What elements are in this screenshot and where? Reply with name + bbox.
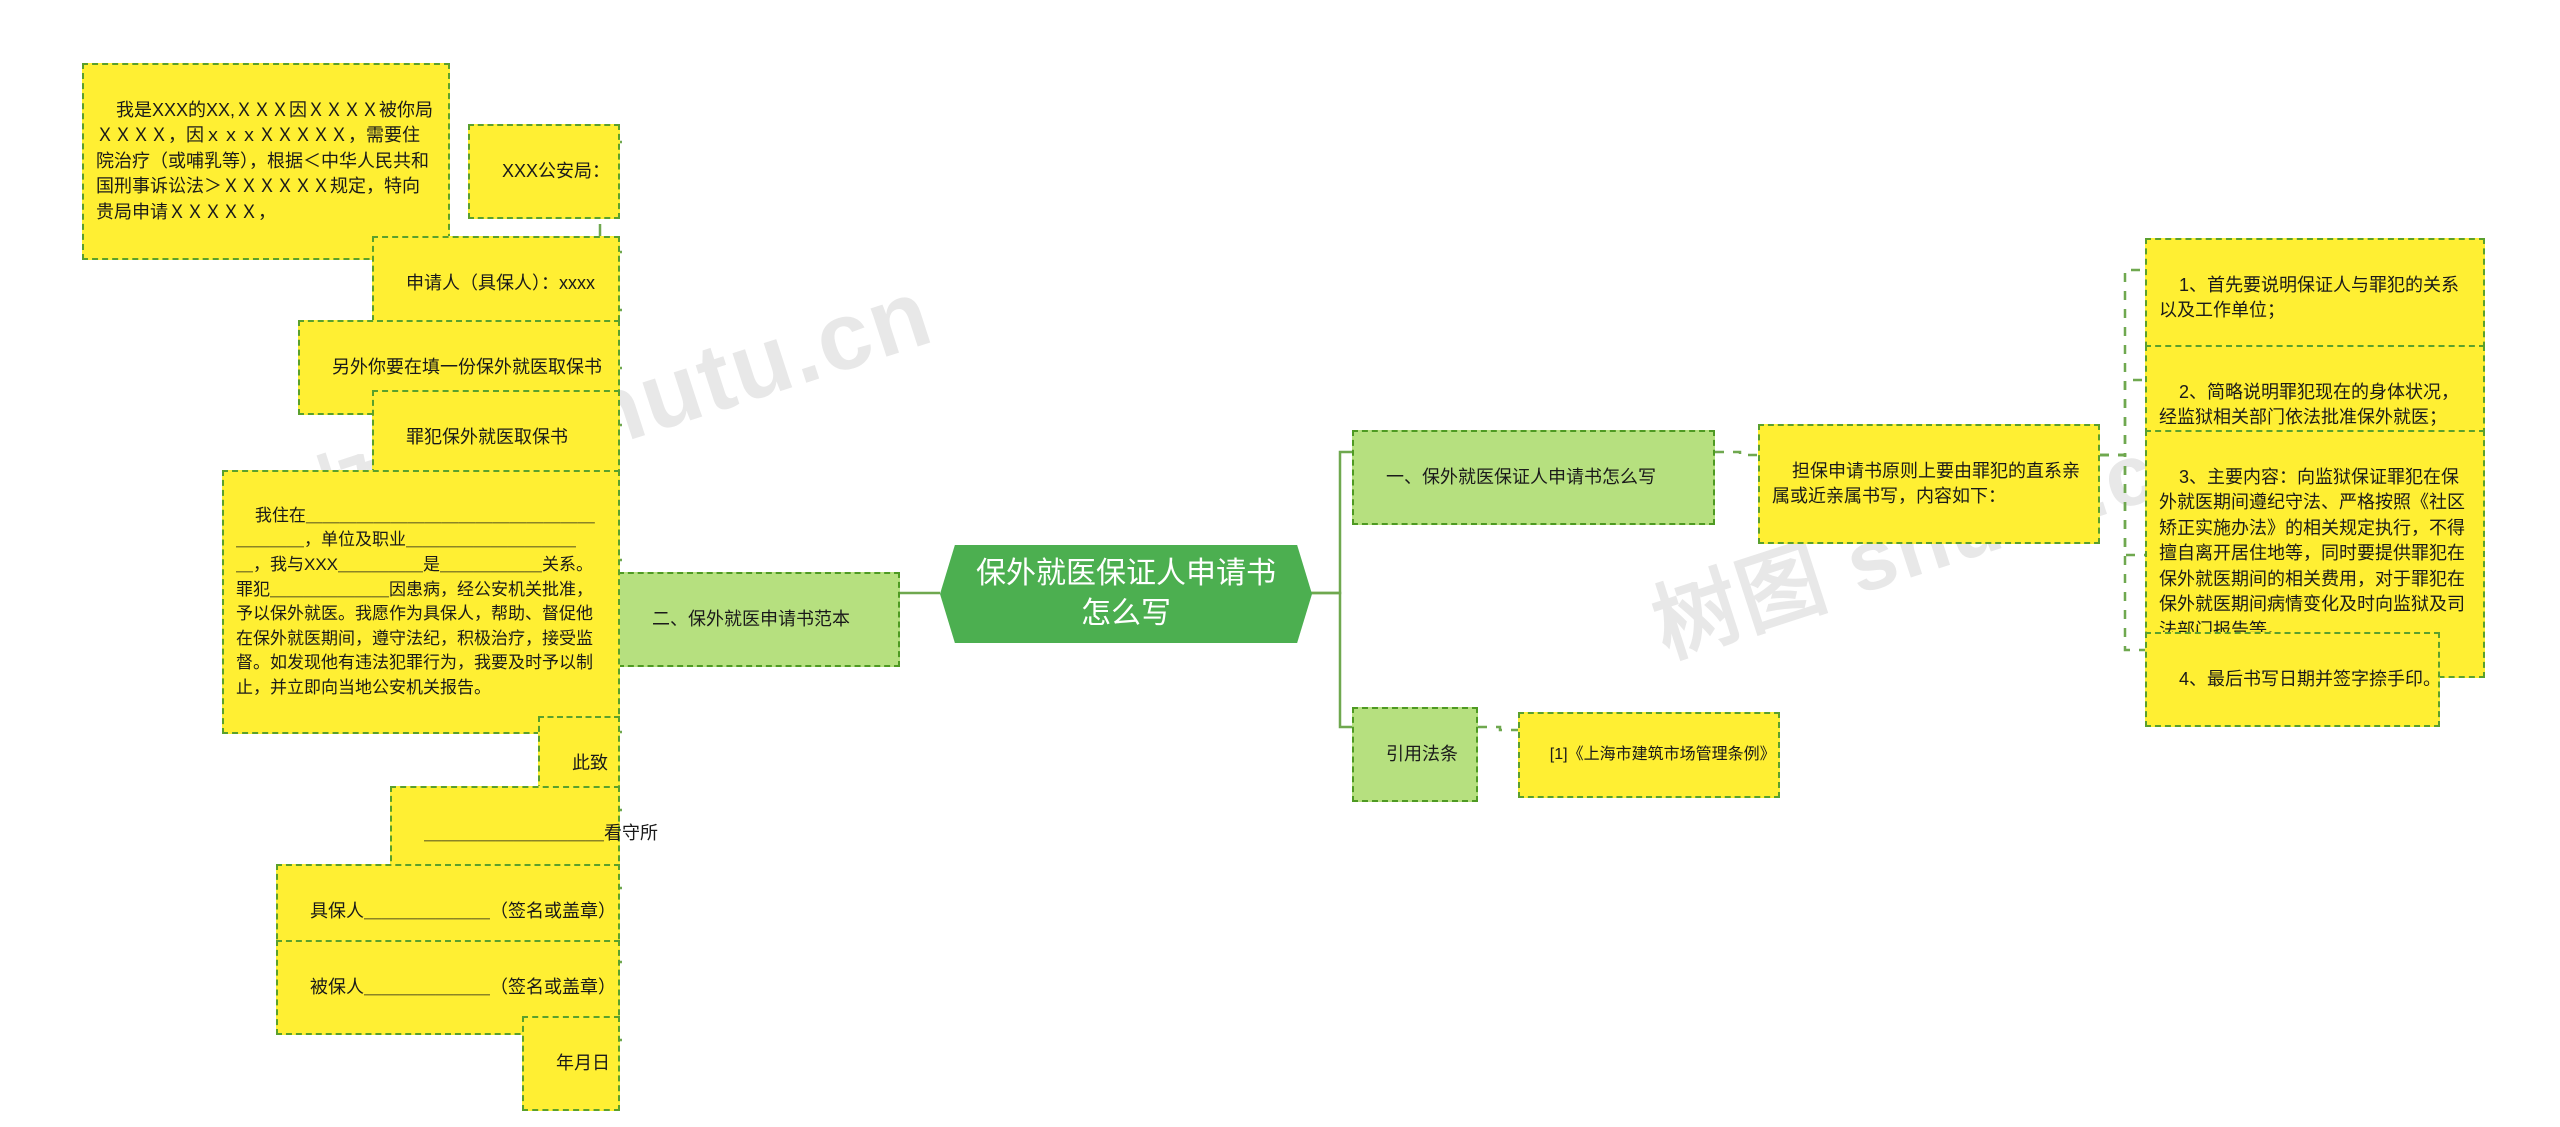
sample-paragraph-opening[interactable]: 我是XXX的XX,ＸＸＸ因ＸＸＸＸ被你局ＸＸＸＸ，因ｘｘｘＸＸＸＸＸ，需要住院治…: [82, 63, 450, 260]
branch-one-title[interactable]: 一、保外就医保证人申请书怎么写: [1352, 430, 1715, 525]
cited-law-label: 引用法条: [1386, 743, 1459, 764]
sample-applicant[interactable]: 申请人（具保人）：xxxx: [372, 236, 620, 331]
sample-date-line-label: 年月日: [556, 1052, 611, 1073]
sample-applicant-label: 申请人（具保人）：xxxx: [406, 272, 596, 293]
sample-bureau-address-label: XXX公安局：: [502, 160, 611, 181]
sample-guarantor-signature-label: 具保人＿＿＿＿＿＿＿（签名或盖章）: [310, 900, 617, 921]
center-topic[interactable]: 保外就医保证人申请书怎么写: [940, 545, 1312, 643]
sample-detention-center-label: ＿＿＿＿＿＿＿＿＿＿看守所: [424, 822, 659, 843]
cited-law-item-1[interactable]: [1]《上海市建筑市场管理条例》: [1518, 712, 1780, 799]
content-point-2-label: 2、简略说明罪犯现在的身体状况，经监狱相关部门依法批准保外就医；: [2159, 381, 2460, 428]
cited-law-item-1-label: [1]《上海市建筑市场管理条例》: [1549, 745, 1776, 763]
cited-law-title[interactable]: 引用法条: [1352, 707, 1478, 802]
branch-two-label: 二、保外就医申请书范本: [652, 608, 851, 629]
content-point-1[interactable]: 1、首先要说明保证人与罪犯的关系以及工作单位；: [2145, 238, 2485, 359]
sample-bureau-address[interactable]: XXX公安局：: [468, 124, 620, 219]
guarantee-intro-node[interactable]: 担保申请书原则上要由罪犯的直系亲属或近亲属书写，内容如下：: [1758, 424, 2100, 545]
sample-date-line[interactable]: 年月日: [522, 1016, 620, 1111]
content-point-1-label: 1、首先要说明保证人与罪犯的关系以及工作单位；: [2159, 274, 2460, 321]
branch-two-title[interactable]: 二、保外就医申请书范本: [618, 572, 900, 667]
content-point-3-label: 3、主要内容：向监狱保证罪犯在保外就医期间遵纪守法、严格按照《社区矫正实施办法》…: [2159, 466, 2465, 640]
sample-paragraph-opening-label: 我是XXX的XX,ＸＸＸ因ＸＸＸＸ被你局ＸＸＸＸ，因ｘｘｘＸＸＸＸＸ，需要住院治…: [96, 99, 434, 222]
sample-guarantee-body[interactable]: 我住在＿＿＿＿＿＿＿＿＿＿＿＿＿＿＿＿＿＿＿＿＿，单位及职业＿＿＿＿＿＿＿＿＿＿…: [222, 470, 620, 735]
center-topic-label: 保外就医保证人申请书怎么写: [976, 556, 1276, 631]
sample-extra-form-note-label: 另外你要在填一份保外就医取保书: [332, 356, 603, 377]
content-point-4[interactable]: 4、最后书写日期并签字捺手印。: [2145, 632, 2442, 727]
content-point-4-label: 4、最后书写日期并签字捺手印。: [2179, 668, 2442, 689]
branch-one-label: 一、保外就医保证人申请书怎么写: [1386, 466, 1657, 487]
mindmap-canvas: 树图 shutu.cn 树图 shutu.cn: [0, 0, 2560, 1127]
guarantee-intro-label: 担保申请书原则上要由罪犯的直系亲属或近亲属书写，内容如下：: [1772, 460, 2081, 507]
sample-closing-salutation-label: 此致: [572, 752, 609, 773]
sample-guarantee-body-label: 我住在＿＿＿＿＿＿＿＿＿＿＿＿＿＿＿＿＿＿＿＿＿，单位及职业＿＿＿＿＿＿＿＿＿＿…: [236, 505, 595, 698]
sample-insured-signature-label: 被保人＿＿＿＿＿＿＿（签名或盖章）: [310, 976, 617, 997]
sample-bail-document-title-label: 罪犯保外就医取保书: [406, 426, 569, 447]
